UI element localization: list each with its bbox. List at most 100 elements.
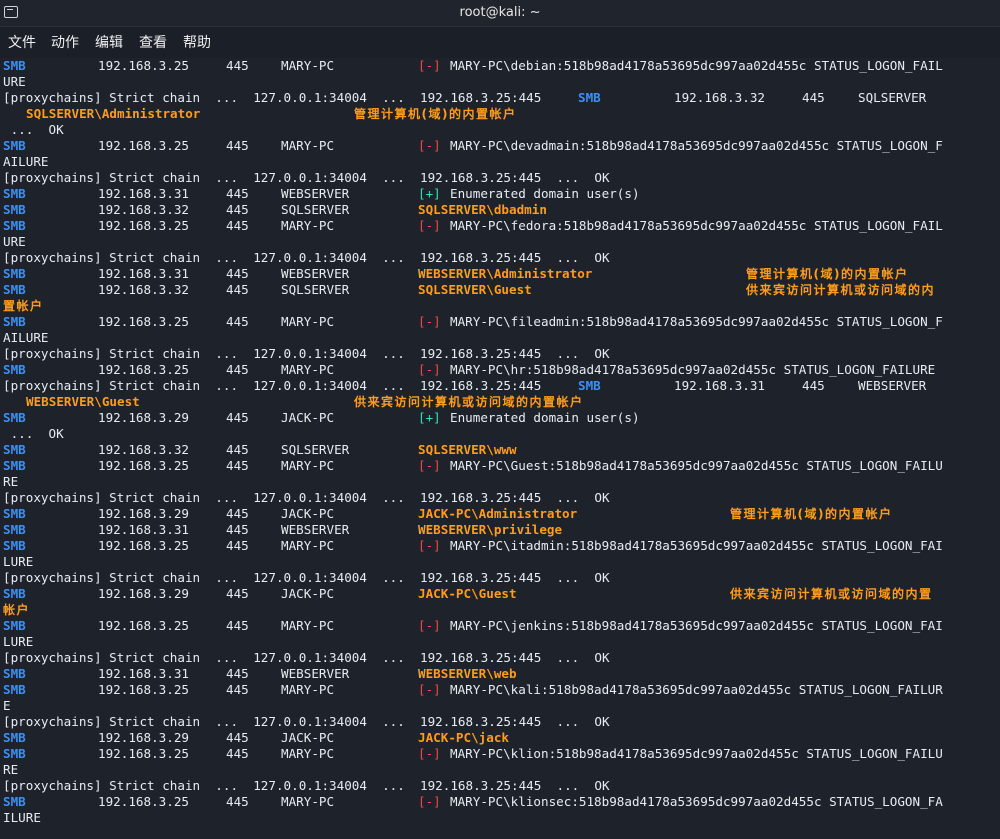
ip-address: 192.168.3.25: [98, 618, 189, 633]
smb-tag: SMB: [3, 458, 26, 473]
proxychains-text: [proxychains] Strict chain ... 127.0.0.1…: [3, 170, 610, 185]
menu-file[interactable]: 文件: [8, 32, 36, 52]
ip-address: 192.168.3.32: [674, 90, 765, 105]
account-description: 管理计算机(域)的内置帐户: [354, 107, 517, 121]
ip-address: 192.168.3.31: [98, 522, 189, 537]
output-line: SMB 192.168.3.32 445 SQLSERVER SQLSERVER…: [3, 282, 998, 298]
result-text: MARY-PC\jenkins:518b98ad4178a53695dc997a…: [450, 618, 943, 633]
output-line: URE: [3, 74, 998, 90]
port: 445: [226, 282, 249, 297]
output-line: [proxychains] Strict chain ... 127.0.0.1…: [3, 650, 998, 666]
output-line: SMB 192.168.3.25 445 MARY-PC [-] MARY-PC…: [3, 58, 998, 74]
smb-tag: SMB: [3, 410, 26, 425]
ip-address: 192.168.3.25: [98, 458, 189, 473]
wrap-text: AILURE: [3, 330, 49, 345]
account-description: 管理计算机(域)的内置帐户: [746, 267, 909, 281]
smb-tag: SMB: [3, 538, 26, 553]
output-line: LURE: [3, 554, 998, 570]
ip-address: 192.168.3.31: [98, 266, 189, 281]
host-name: WEBSERVER: [281, 186, 350, 201]
status-fail: [-]: [418, 58, 441, 73]
port: 445: [226, 506, 249, 521]
ip-address: 192.168.3.31: [674, 378, 765, 393]
port: 445: [226, 202, 249, 217]
host-name: SQLSERVER: [281, 202, 350, 217]
output-line: SMB 192.168.3.29 445 JACK-PC JACK-PC\jac…: [3, 730, 998, 746]
output-line: SMB 192.168.3.25 445 MARY-PC [-] MARY-PC…: [3, 138, 998, 154]
port: 445: [226, 266, 249, 281]
output-line: SQLSERVER\Administrator 管理计算机(域)的内置帐户: [3, 106, 998, 122]
wrap-text: E: [3, 698, 11, 713]
port: 445: [226, 586, 249, 601]
output-line: LURE: [3, 634, 998, 650]
terminal-lines: SMB 192.168.3.25 445 MARY-PC [-] MARY-PC…: [3, 58, 998, 826]
wrap-text: URE: [3, 234, 26, 249]
output-line: [proxychains] Strict chain ... 127.0.0.1…: [3, 378, 998, 394]
ip-address: 192.168.3.31: [98, 186, 189, 201]
output-line: SMB 192.168.3.25 445 MARY-PC [-] MARY-PC…: [3, 218, 998, 234]
smb-tag: SMB: [3, 362, 26, 377]
port: 445: [226, 58, 249, 73]
status-ok: [+]: [418, 410, 441, 425]
account-name: SQLSERVER\dbadmin: [418, 202, 547, 217]
account-description: 供来宾访问计算机或访问域的内置: [730, 587, 933, 601]
account-description: 管理计算机(域)的内置帐户: [730, 507, 893, 521]
output-line: [proxychains] Strict chain ... 127.0.0.1…: [3, 778, 998, 794]
host-name: JACK-PC: [281, 506, 335, 521]
wrap-text: 置帐户: [3, 299, 44, 313]
result-text: MARY-PC\fileadmin:518b98ad4178a53695dc99…: [450, 314, 943, 329]
proxychains-text: [proxychains] Strict chain ... 127.0.0.1…: [3, 650, 610, 665]
title-bar: root@kali: ~: [0, 0, 1000, 27]
host-name: MARY-PC: [281, 362, 335, 377]
port: 445: [226, 538, 249, 553]
output-line: SMB 192.168.3.25 445 MARY-PC [-] MARY-PC…: [3, 458, 998, 474]
wrap-text: LURE: [3, 634, 34, 649]
port: 445: [226, 666, 249, 681]
menu-edit[interactable]: 编辑: [95, 32, 123, 52]
wrap-text: URE: [3, 74, 26, 89]
wrap-text: RE: [3, 474, 19, 489]
account-name: SQLSERVER\Guest: [418, 282, 532, 297]
smb-tag: SMB: [3, 730, 26, 745]
ok-text: ... OK: [3, 122, 64, 137]
menu-action[interactable]: 动作: [51, 32, 79, 52]
status-fail: [-]: [418, 362, 441, 377]
ip-address: 192.168.3.32: [98, 442, 189, 457]
output-line: SMB 192.168.3.25 445 MARY-PC [-] MARY-PC…: [3, 362, 998, 378]
host-name: SQLSERVER: [858, 90, 927, 105]
output-line: AILURE: [3, 330, 998, 346]
ip-address: 192.168.3.25: [98, 746, 189, 761]
status-fail: [-]: [418, 314, 441, 329]
ip-address: 192.168.3.25: [98, 138, 189, 153]
result-text: MARY-PC\klion:518b98ad4178a53695dc997aa0…: [450, 746, 943, 761]
output-line: SMB 192.168.3.25 445 MARY-PC [-] MARY-PC…: [3, 538, 998, 554]
port: 445: [226, 794, 249, 809]
ok-text: ... OK: [3, 426, 64, 441]
status-fail: [-]: [418, 138, 441, 153]
status-fail: [-]: [418, 794, 441, 809]
port: 445: [226, 746, 249, 761]
result-text: MARY-PC\Guest:518b98ad4178a53695dc997aa0…: [450, 458, 943, 473]
proxychains-text: [proxychains] Strict chain ... 127.0.0.1…: [3, 378, 542, 393]
host-name: MARY-PC: [281, 682, 335, 697]
ip-address: 192.168.3.32: [98, 202, 189, 217]
output-line: WEBSERVER\Guest 供来宾访问计算机或访问域的内置帐户: [3, 394, 998, 410]
ip-address: 192.168.3.25: [98, 314, 189, 329]
host-name: JACK-PC: [281, 586, 335, 601]
smb-tag: SMB: [3, 58, 26, 73]
result-text: MARY-PC\debian:518b98ad4178a53695dc997aa…: [450, 58, 943, 73]
proxychains-text: [proxychains] Strict chain ... 127.0.0.1…: [3, 250, 610, 265]
smb-tag: SMB: [3, 506, 26, 521]
output-line: E: [3, 698, 998, 714]
menu-help[interactable]: 帮助: [183, 32, 211, 52]
terminal-output[interactable]: SMB 192.168.3.25 445 MARY-PC [-] MARY-PC…: [0, 58, 1000, 839]
output-line: [proxychains] Strict chain ... 127.0.0.1…: [3, 714, 998, 730]
status-fail: [-]: [418, 458, 441, 473]
result-text: MARY-PC\fedora:518b98ad4178a53695dc997aa…: [450, 218, 943, 233]
menu-view[interactable]: 查看: [139, 32, 167, 52]
host-name: MARY-PC: [281, 218, 335, 233]
ip-address: 192.168.3.25: [98, 218, 189, 233]
status-fail: [-]: [418, 218, 441, 233]
account-name: JACK-PC\jack: [418, 730, 509, 745]
proxychains-text: [proxychains] Strict chain ... 127.0.0.1…: [3, 570, 610, 585]
